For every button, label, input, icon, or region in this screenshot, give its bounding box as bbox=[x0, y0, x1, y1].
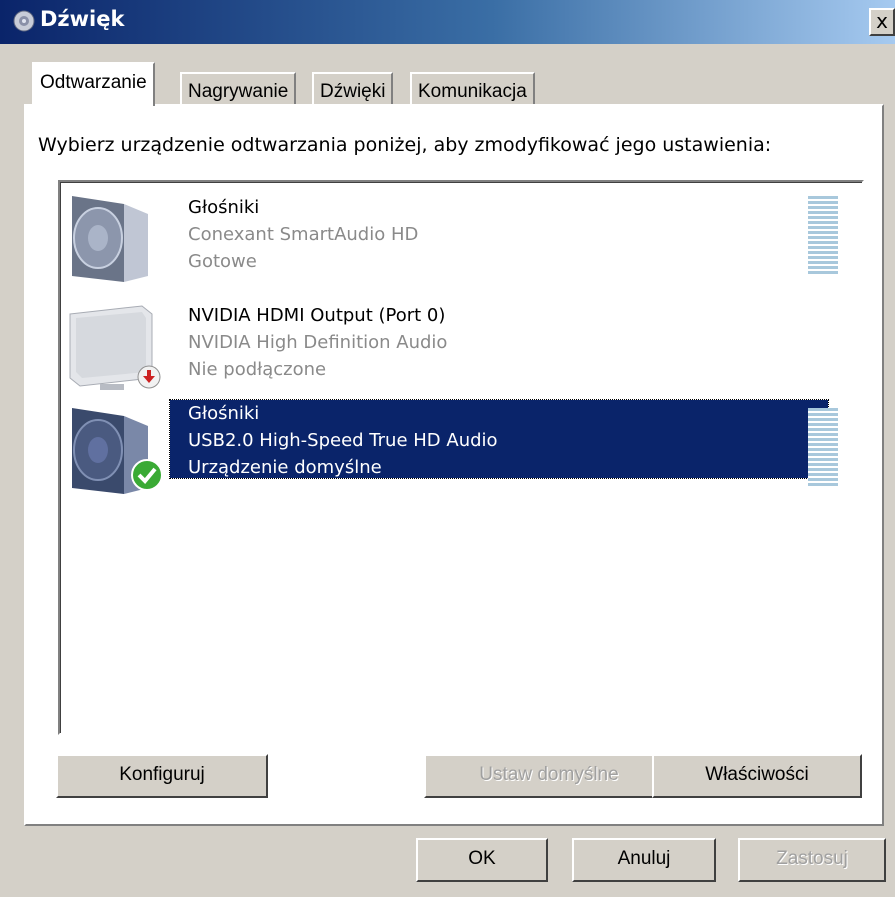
speaker-icon bbox=[13, 10, 35, 32]
device-name: Głośniki bbox=[188, 197, 260, 218]
device-status: Gotowe bbox=[188, 251, 257, 272]
speaker-icon bbox=[72, 196, 148, 282]
tab-recording[interactable]: Nagrywanie bbox=[180, 72, 297, 106]
device-name: Głośniki bbox=[188, 403, 260, 424]
disconnected-badge-icon bbox=[137, 365, 161, 389]
tab-sounds[interactable]: Dźwięki bbox=[312, 72, 394, 106]
device-name: NVIDIA HDMI Output (Port 0) bbox=[188, 305, 446, 326]
configure-button[interactable]: Konfiguruj bbox=[56, 754, 268, 798]
device-driver: USB2.0 High-Speed True HD Audio bbox=[188, 430, 498, 451]
device-status: Urządzenie domyślne bbox=[188, 457, 382, 478]
tab-playback[interactable]: Odtwarzanie bbox=[32, 62, 155, 106]
properties-button[interactable]: Właściwości bbox=[652, 754, 862, 798]
tab-communications[interactable]: Komunikacja bbox=[410, 72, 535, 106]
device-item-selected[interactable]: Głośniki USB2.0 High-Speed True HD Audio… bbox=[60, 398, 860, 502]
device-driver: NVIDIA High Definition Audio bbox=[188, 332, 448, 353]
device-item[interactable]: NVIDIA HDMI Output (Port 0) NVIDIA High … bbox=[60, 294, 860, 398]
device-list[interactable]: Głośniki Conexant SmartAudio HD Gotowe N… bbox=[58, 180, 864, 735]
close-button[interactable]: x bbox=[869, 8, 895, 36]
volume-meter bbox=[808, 408, 838, 488]
window-title: Dźwięk bbox=[40, 7, 125, 31]
set-default-button[interactable]: Ustaw domyślne bbox=[424, 754, 674, 798]
device-status: Nie podłączone bbox=[188, 359, 327, 380]
apply-button[interactable]: Zastosuj bbox=[738, 838, 886, 882]
default-checkmark-icon bbox=[131, 459, 163, 491]
volume-meter bbox=[808, 196, 838, 276]
device-item[interactable]: Głośniki Conexant SmartAudio HD Gotowe bbox=[60, 186, 860, 290]
ok-button[interactable]: OK bbox=[416, 838, 548, 882]
device-driver: Conexant SmartAudio HD bbox=[188, 224, 419, 245]
instruction-text: Wybierz urządzenie odtwarzania poniżej, … bbox=[38, 134, 772, 156]
title-bar: Dźwięk x bbox=[0, 0, 895, 44]
cancel-button[interactable]: Anuluj bbox=[572, 838, 716, 882]
